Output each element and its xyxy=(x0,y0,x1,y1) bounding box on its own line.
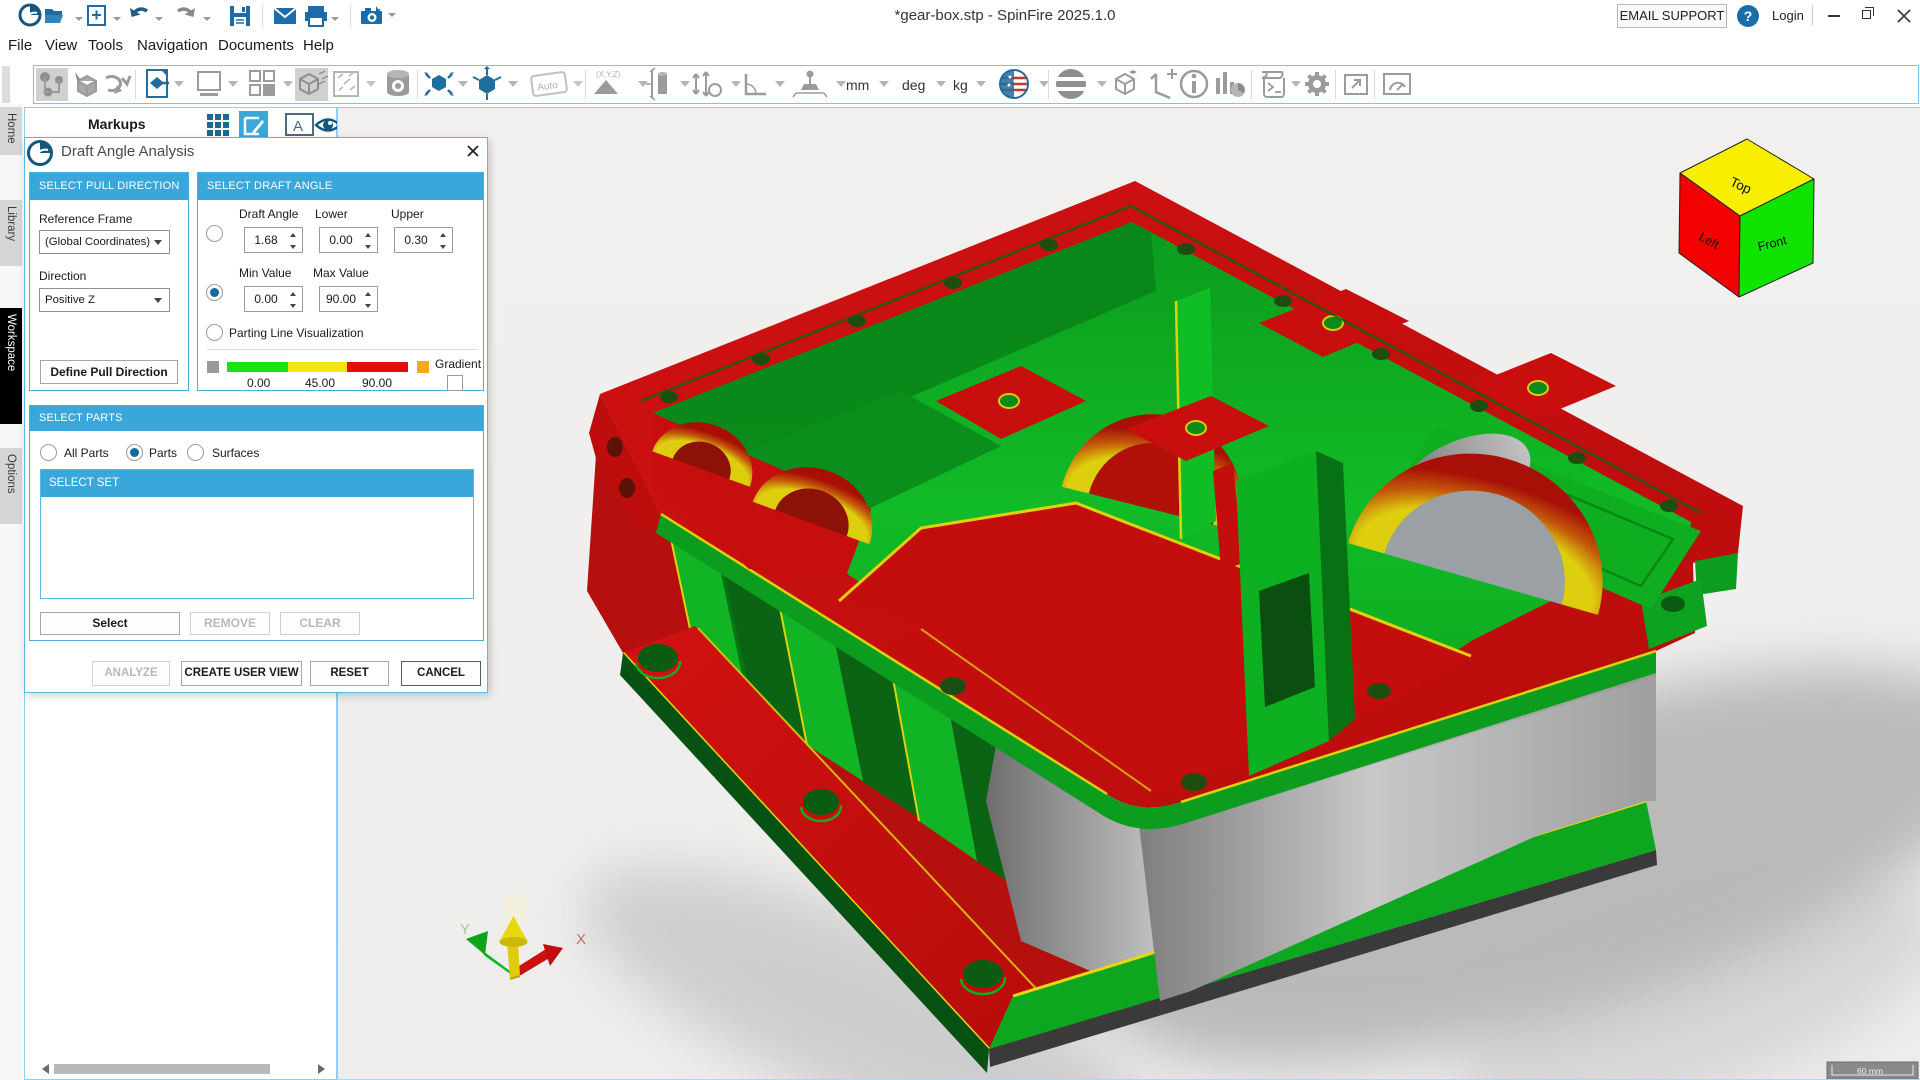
svg-text:A: A xyxy=(293,118,303,135)
svg-text:Auto: Auto xyxy=(537,80,559,94)
svg-text:(X,Y,Z): (X,Y,Z) xyxy=(596,70,621,79)
svg-text:60 mm: 60 mm xyxy=(1857,1066,1883,1076)
svg-text:X: X xyxy=(576,931,586,948)
svg-text:mm: mm xyxy=(846,77,869,93)
svg-text:kg: kg xyxy=(953,77,968,93)
svg-text:deg: deg xyxy=(902,77,925,93)
svg-text:Y: Y xyxy=(460,921,470,938)
